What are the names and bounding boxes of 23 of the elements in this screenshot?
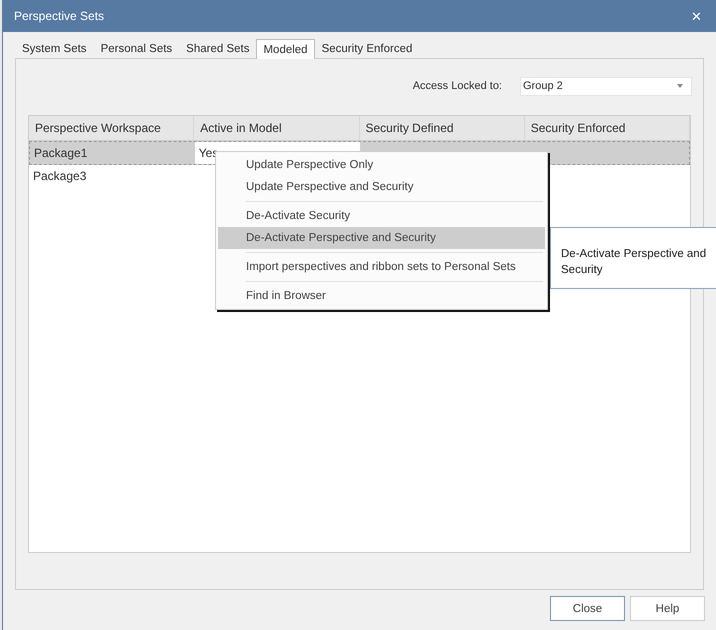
menu-item[interactable]: De-Activate Perspective and Security bbox=[218, 227, 545, 249]
tab[interactable]: Security Enforced bbox=[314, 39, 420, 58]
menu-item[interactable]: Update Perspective and Security bbox=[218, 176, 545, 198]
menu-item[interactable]: De-Activate Security bbox=[218, 205, 545, 227]
caret-icon bbox=[677, 84, 683, 88]
window-title: Perspective Sets bbox=[14, 9, 104, 23]
tab[interactable]: Modeled bbox=[256, 39, 315, 59]
tab[interactable]: System Sets bbox=[15, 39, 94, 58]
tab[interactable]: Shared Sets bbox=[179, 39, 256, 58]
menu-item[interactable]: Import perspectives and ribbon sets to Personal Sets bbox=[218, 256, 545, 278]
column-header: Active in Model bbox=[194, 116, 360, 140]
access-label: Access Locked to: bbox=[412, 80, 502, 92]
help-button[interactable]: Help bbox=[630, 596, 705, 621]
close-dialog-button[interactable]: Close bbox=[550, 596, 625, 621]
column-header: Security Enforced bbox=[524, 116, 690, 140]
group-dropdown[interactable]: Group 2 bbox=[520, 76, 692, 96]
close-button[interactable]: ✕ bbox=[687, 8, 706, 24]
tooltip: De-Activate Perspective and Security bbox=[550, 227, 716, 289]
table-cell-text: Package1 bbox=[33, 145, 88, 162]
menu-item[interactable]: Find in Browser bbox=[218, 285, 545, 307]
column-header: Security Defined bbox=[360, 116, 525, 140]
tab[interactable]: Personal Sets bbox=[94, 39, 180, 58]
column-header: Perspective Workspace bbox=[29, 116, 194, 140]
